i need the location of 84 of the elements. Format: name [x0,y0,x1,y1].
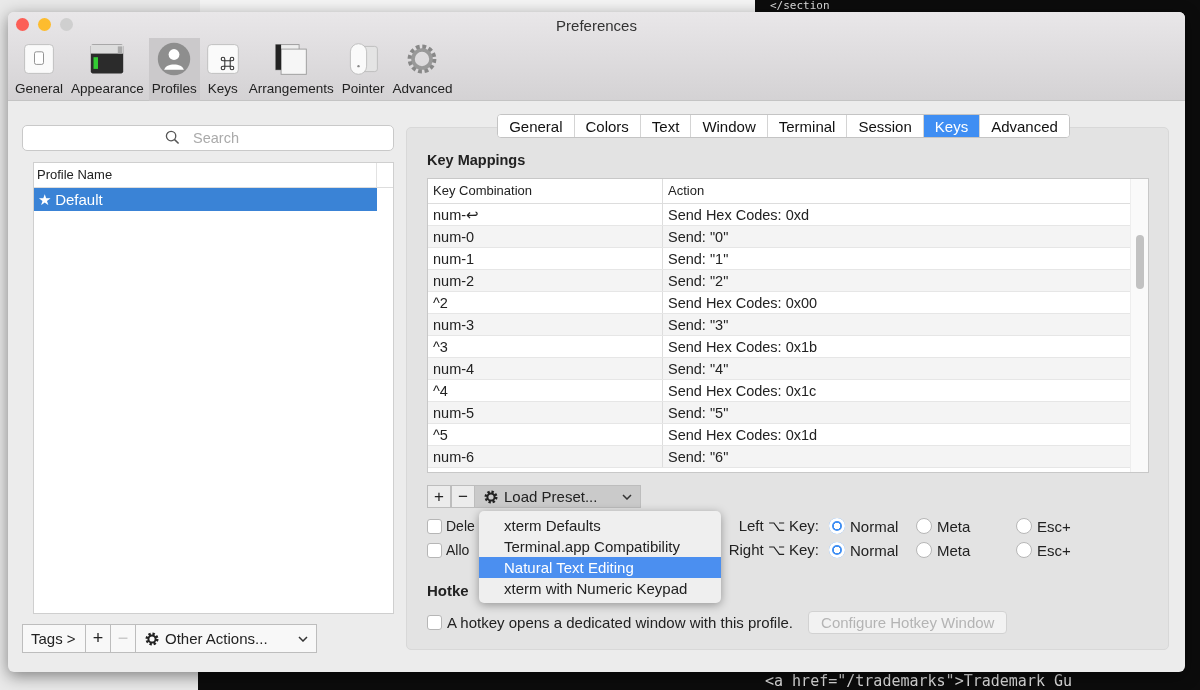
load-preset-dropdown[interactable]: Load Preset... [474,485,641,508]
menu-item[interactable]: xterm Defaults [479,515,721,536]
option-key-label: Left ⌥ Key: [737,517,819,535]
toolbar-tab[interactable]: Arrangements [245,38,337,101]
table-cell-text: Send: "4" [667,360,730,379]
remove-button[interactable]: − [451,485,475,508]
toolbar-tab[interactable]: Appearance [68,38,147,101]
table-cell: num-↩ [428,204,663,225]
table-cell-text: Send: "1" [667,250,730,269]
settings-icon [483,488,499,505]
checkbox-label: Dele [446,518,475,534]
checkbox[interactable] [427,542,442,558]
table-cell: num-4 [428,358,663,379]
radio-button[interactable] [829,518,845,534]
search-icon [165,130,180,145]
radio-label: Esc+ [1037,517,1071,535]
table-cell-text: Send: "3" [667,316,730,335]
switch-icon [21,41,57,77]
radio-button[interactable] [1016,542,1032,558]
toolbar-tab[interactable]: Advanced [389,38,456,101]
column-header: Profile Name [34,163,377,187]
table-cell-text: Send: "6" [667,448,730,467]
tags-button[interactable]: Tags > [22,624,86,653]
add-button[interactable]: + [427,485,451,508]
table-cell: ^4 [428,380,663,401]
checkbox-label: A hotkey opens a dedicated window with this profile. [447,613,794,631]
table-cell: num-2 [428,270,663,291]
menu-item[interactable]: Terminal.app Compatibility [479,536,721,557]
table-cell: num-1 [428,248,663,269]
command-key-icon [204,41,241,77]
scrollbar-thumb[interactable] [1136,235,1144,289]
terminal-text: </section [770,0,830,12]
windows-icon [273,41,310,77]
checkbox-label: Allo [446,542,470,558]
profile-row[interactable]: ★ Default [34,188,377,211]
checkbox[interactable] [427,518,442,534]
radio-button[interactable] [1016,518,1032,534]
option-key-label: Right ⌥ Key: [727,541,819,559]
table-cell: ^5 [428,424,663,445]
table-cell-text: Send: "5" [667,404,730,423]
column-header: Key Combination [428,179,663,203]
table-cell-text: Send: "2" [667,272,730,291]
table-cell-text: Send Hex Codes: 0x1d [667,426,819,445]
tab[interactable]: Advanced [979,115,1069,137]
table-cell: num-0 [428,226,663,247]
radio-button[interactable] [829,542,845,558]
search-field[interactable]: Search [22,125,394,151]
settings-icon [144,630,160,647]
close-icon[interactable] [16,18,29,31]
table-cell-text: Send: "0" [667,228,730,247]
table-cell-text: Send Hex Codes: 0x1b [667,338,819,357]
checkbox[interactable] [427,614,442,630]
table-cell: num-5 [428,402,663,423]
menu-item[interactable]: xterm with Numeric Keypad [479,578,721,599]
radio-label: Meta [937,517,971,535]
toolbar-tab[interactable]: Profiles [148,38,200,101]
chevron-down-icon [298,635,308,642]
toolbar-tab[interactable]: Pointer [338,38,388,101]
radio-label: Esc+ [1037,541,1071,559]
radio-label: Normal [850,517,899,535]
chevron-down-icon [622,493,632,500]
window-title: Preferences [556,16,637,34]
user-icon [156,41,193,77]
terminal-text: <a href="/trademarks">Trademark Gu [765,673,1073,690]
radio-label: Meta [937,541,971,559]
table-cell: ^2 [428,292,663,313]
toolbar-tab[interactable]: General [12,38,67,101]
table-cell: num-3 [428,314,663,335]
minimize-icon[interactable] [38,18,51,31]
other-actions-dropdown[interactable]: Other Actions... [135,624,317,653]
section-title: Key Mappings [427,152,527,168]
table-cell-text: Send Hex Codes: 0xd [667,206,811,225]
radio-label: Normal [850,541,899,559]
radio-button[interactable] [916,542,932,558]
table-cell: num-6 [428,446,663,467]
column-header: Action [667,182,706,200]
add-button[interactable]: + [85,624,111,653]
toolbar-tab[interactable]: Keys [201,38,244,101]
table-cell-text: Send Hex Codes: 0x1c [667,382,818,401]
radio-button[interactable] [916,518,932,534]
table-cell-text: Send Hex Codes: 0x00 [667,294,819,313]
table-cell: ^3 [428,336,663,357]
zoom-icon[interactable] [60,18,73,31]
section-title: Hotke [427,582,469,599]
